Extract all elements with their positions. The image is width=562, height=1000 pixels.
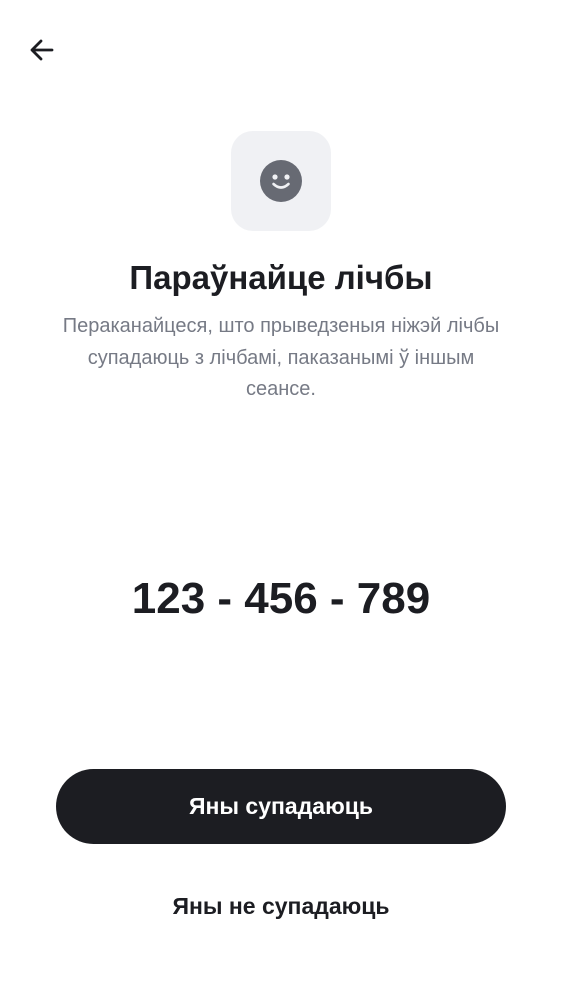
reject-match-button[interactable]: Яны не супадаюць bbox=[56, 878, 506, 934]
verification-code: 123 - 456 - 789 bbox=[131, 574, 431, 623]
smiley-face-icon bbox=[260, 160, 302, 202]
verification-icon-tile bbox=[231, 131, 331, 231]
page-title: Параўнайце лічбы bbox=[129, 259, 433, 296]
back-button[interactable] bbox=[18, 26, 66, 74]
confirm-match-button[interactable]: Яны супадаюць bbox=[56, 769, 506, 844]
arrow-left-icon bbox=[30, 39, 54, 61]
page-subtitle: Пераканайцеся, што прыведзеныя ніжэй ліч… bbox=[62, 315, 500, 400]
